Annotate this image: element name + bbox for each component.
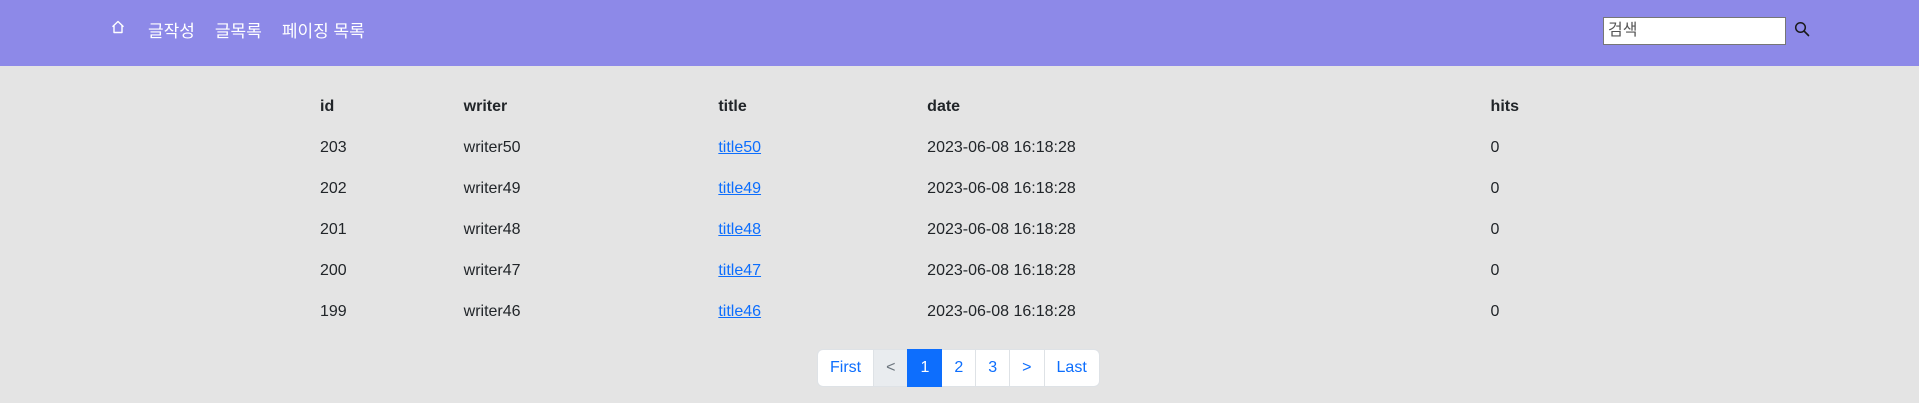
cell-title: title46 — [706, 291, 915, 332]
cell-date: 2023-06-08 16:18:28 — [927, 261, 1076, 279]
page-1-button[interactable]: 1 — [907, 349, 943, 387]
cell-writer: writer46 — [463, 302, 521, 320]
page-2-button[interactable]: 2 — [941, 349, 977, 387]
cell-hits: 0 — [1490, 138, 1500, 156]
nav-write-post[interactable]: 글작성 — [148, 17, 195, 42]
header-date: date — [927, 97, 961, 115]
post-title-link[interactable]: title50 — [718, 139, 761, 156]
search-input[interactable] — [1603, 17, 1786, 45]
cell-title: title48 — [706, 209, 915, 250]
cell-hits: 0 — [1490, 220, 1500, 238]
header-writer: writer — [463, 97, 508, 115]
cell-date: 2023-06-08 16:18:28 — [927, 179, 1076, 197]
table-row: 203 writer50 title50 2023-06-08 16:18:28… — [308, 127, 1610, 168]
post-title-link[interactable]: title48 — [718, 221, 761, 238]
cell-id: 202 — [320, 179, 347, 197]
cell-date: 2023-06-08 16:18:28 — [927, 138, 1076, 156]
header-hits: hits — [1490, 97, 1519, 115]
page-3-button[interactable]: 3 — [975, 349, 1011, 387]
cell-id: 200 — [320, 261, 347, 279]
cell-hits: 0 — [1490, 261, 1500, 279]
cell-id: 201 — [320, 220, 347, 238]
post-title-link[interactable]: title46 — [718, 303, 761, 320]
table-row: 200 writer47 title47 2023-06-08 16:18:28… — [308, 250, 1610, 291]
cell-writer: writer50 — [463, 138, 521, 156]
cell-hits: 0 — [1490, 179, 1500, 197]
nav-links: 글작성 글목록 페이징 목록 — [108, 0, 365, 58]
navbar: 글작성 글목록 페이징 목록 — [0, 0, 1919, 66]
cell-writer: writer48 — [463, 220, 521, 238]
table-row: 201 writer48 title48 2023-06-08 16:18:28… — [308, 209, 1610, 250]
page-first-button[interactable]: First — [817, 349, 875, 387]
cell-title: title47 — [706, 250, 915, 291]
page-last-button[interactable]: Last — [1043, 349, 1100, 387]
nav-post-list[interactable]: 글목록 — [215, 17, 262, 42]
cell-id: 203 — [320, 138, 347, 156]
page-prev-button[interactable]: < — [873, 349, 909, 387]
post-title-link[interactable]: title47 — [718, 262, 761, 279]
cell-id: 199 — [320, 302, 347, 320]
header-title: title — [718, 97, 747, 115]
table-row: 202 writer49 title49 2023-06-08 16:18:28… — [308, 168, 1610, 209]
search-icon — [1794, 21, 1810, 42]
home-link[interactable] — [108, 19, 128, 39]
nav-paging-list[interactable]: 페이징 목록 — [282, 17, 365, 42]
post-title-link[interactable]: title49 — [718, 180, 761, 197]
cell-date: 2023-06-08 16:18:28 — [927, 220, 1076, 238]
post-table: id writer title date hits 203 writer50 t… — [308, 86, 1610, 332]
table-row: 199 writer46 title46 2023-06-08 16:18:28… — [308, 291, 1610, 332]
search-form — [1603, 17, 1812, 45]
cell-date: 2023-06-08 16:18:28 — [927, 302, 1076, 320]
search-button[interactable] — [1792, 21, 1812, 41]
header-id: id — [320, 97, 335, 115]
cell-hits: 0 — [1490, 302, 1500, 320]
cell-title: title50 — [706, 127, 915, 168]
cell-writer: writer49 — [463, 179, 521, 197]
cell-writer: writer47 — [463, 261, 521, 279]
home-icon — [110, 19, 126, 40]
pagination: First < 1 2 3 > Last — [817, 349, 1100, 387]
cell-title: title49 — [706, 168, 915, 209]
page-next-button[interactable]: > — [1009, 349, 1045, 387]
table-header-row: id writer title date hits — [308, 86, 1610, 127]
